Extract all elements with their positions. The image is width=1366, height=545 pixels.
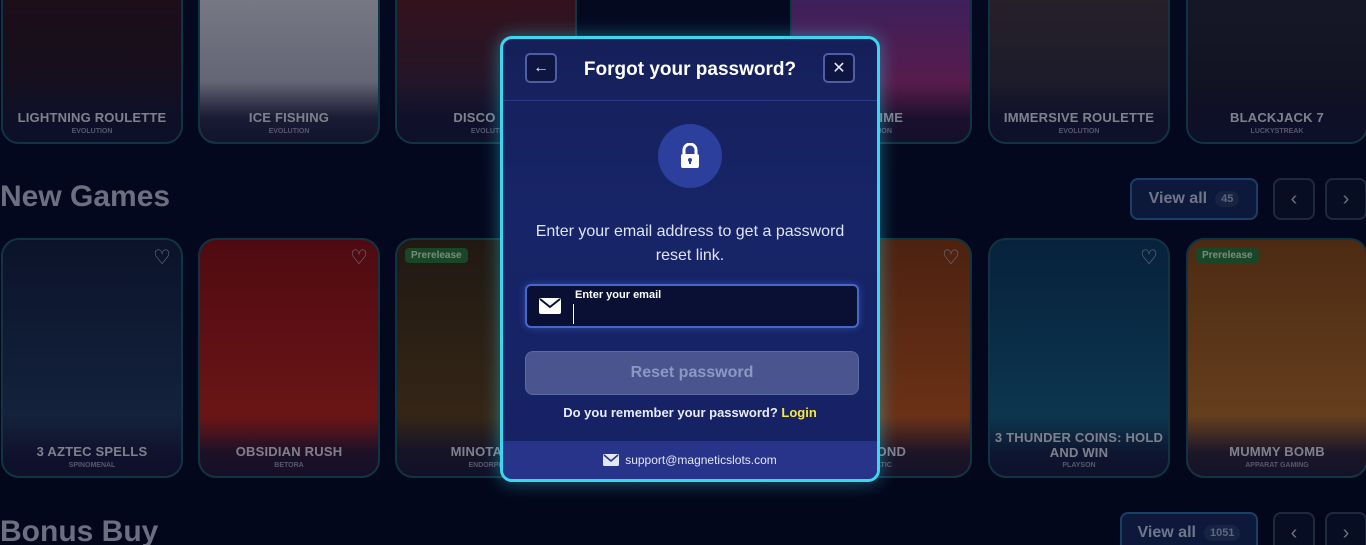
modal-title: Forgot your password? (583, 58, 797, 80)
reset-password-button[interactable]: Reset password (525, 351, 859, 395)
email-label: Enter your email (575, 289, 662, 301)
arrow-left-icon: ← (533, 59, 549, 76)
back-button[interactable]: ← (525, 53, 557, 83)
remember-text: Do you remember your password? (563, 405, 778, 420)
envelope-icon (539, 298, 561, 314)
close-button[interactable]: ✕ (823, 53, 855, 83)
modal-description: Enter your email address to get a passwo… (535, 223, 845, 264)
close-icon: ✕ (832, 60, 846, 77)
email-input[interactable] (573, 304, 843, 324)
lock-icon (681, 143, 699, 168)
login-link[interactable]: Login (781, 405, 816, 420)
modal-header: ← Forgot your password? ✕ (503, 39, 877, 101)
forgot-password-modal: ← Forgot your password? ✕ Enter your ema… (500, 36, 880, 482)
support-email-link[interactable]: support@magneticslots.com (625, 453, 777, 467)
support-footer: support@magneticslots.com (503, 441, 877, 479)
remember-prompt: Do you remember your password? Login (503, 405, 877, 420)
lock-badge (658, 124, 722, 188)
envelope-icon (603, 454, 620, 466)
email-field[interactable]: Enter your email (525, 284, 859, 328)
